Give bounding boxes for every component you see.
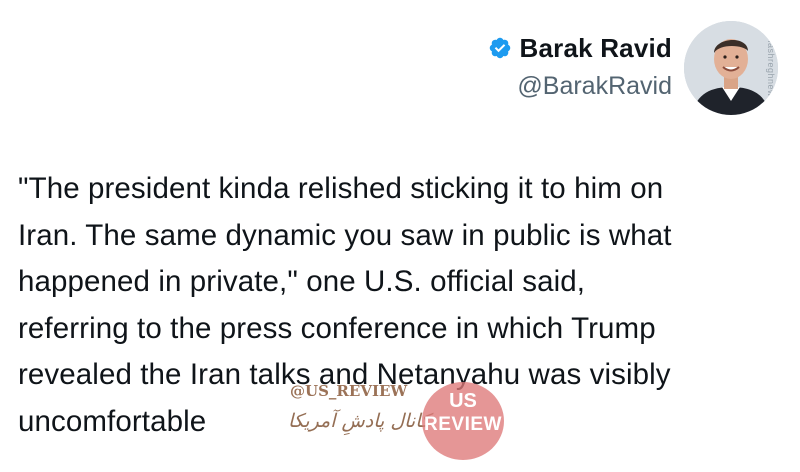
author-block[interactable]: Barak Ravid @BarakRavid — [488, 30, 673, 101]
display-name[interactable]: Barak Ravid — [520, 33, 673, 64]
avatar-watermark: mashreghnews.ir — [766, 35, 776, 112]
watermark-logo-top: US — [449, 390, 477, 412]
watermark-persian-text: کانال پادشِ آمریکا — [288, 410, 431, 432]
verified-badge-icon — [488, 36, 512, 60]
avatar[interactable]: mashreghnews.ir — [684, 21, 778, 115]
tweet-card: Barak Ravid @BarakRavid mashreghnews.ir … — [0, 0, 800, 472]
name-row: Barak Ravid — [488, 30, 673, 66]
watermark-logo-bottom: REVIEW — [424, 414, 502, 435]
watermark-logo: US REVIEW — [422, 382, 504, 460]
avatar-photo — [684, 21, 778, 115]
watermark-handle: @US_REVIEW — [290, 382, 408, 400]
user-handle[interactable]: @BarakRavid — [488, 72, 672, 101]
watermark-overlay: @US_REVIEW کانال پادشِ آمریکا US REVIEW — [282, 382, 512, 462]
